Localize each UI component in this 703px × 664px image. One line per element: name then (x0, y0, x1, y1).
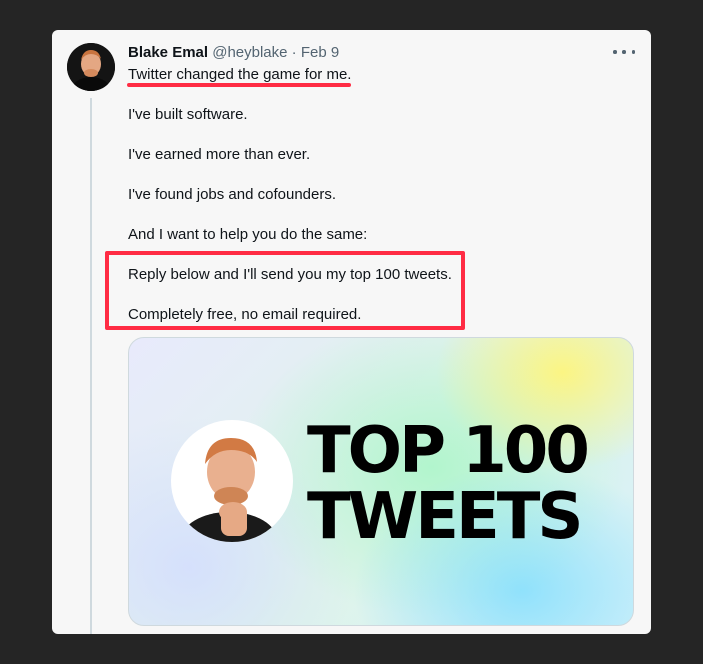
author-handle[interactable]: @heyblake (212, 44, 287, 61)
thread-line (90, 98, 92, 634)
annotation-underline (127, 83, 351, 87)
tweet-line-3: I've earned more than ever. (128, 146, 311, 163)
media-title-line-1: TOP 100 (307, 414, 590, 488)
author-name[interactable]: Blake Emal (128, 44, 208, 61)
author-avatar[interactable] (67, 43, 115, 91)
annotation-highlight-box (105, 251, 465, 330)
more-horizontal-icon[interactable] (613, 42, 635, 62)
meta-separator: · (291, 44, 297, 61)
tweet-media-image[interactable]: TOP 100 TWEETS (128, 337, 634, 626)
tweet-line-4: I've found jobs and cofounders. (128, 186, 337, 203)
tweet-line-2: I've built software. (128, 106, 248, 123)
tweet-line-1: Twitter changed the game for me. (128, 66, 352, 83)
tweet-line-5: And I want to help you do the same: (128, 226, 368, 243)
media-title: TOP 100 TWEETS (307, 414, 590, 554)
tweet-date[interactable]: Feb 9 (301, 44, 339, 61)
media-title-line-2: TWEETS (307, 480, 583, 554)
media-person-photo (171, 420, 293, 542)
tweet-card: Blake Emal @heyblake · Feb 9 Twitter cha… (52, 30, 651, 634)
tweet-header: Blake Emal @heyblake · Feb 9 (128, 44, 339, 62)
avatar-photo (67, 43, 115, 91)
